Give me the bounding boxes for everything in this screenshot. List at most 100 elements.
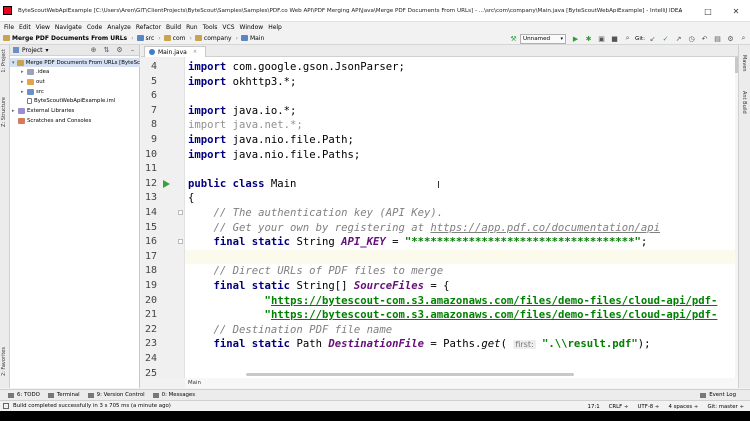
collapse-all-icon[interactable]: ⇅ bbox=[102, 46, 111, 55]
code-line[interactable]: "https://bytescout-com.s3.amazonaws.com/… bbox=[188, 308, 718, 322]
menu-edit[interactable]: Edit bbox=[19, 24, 31, 31]
horizontal-scrollbar[interactable] bbox=[246, 373, 574, 376]
breadcrumb-com[interactable]: com › bbox=[163, 35, 192, 42]
code-line[interactable]: import java.net.*; bbox=[188, 118, 303, 132]
git-update-icon[interactable]: ↙ bbox=[648, 34, 657, 43]
editor-tab-bar: Main.java × bbox=[141, 45, 738, 57]
gear-icon[interactable]: ⚙ bbox=[115, 46, 124, 55]
editor-breadcrumb: Main bbox=[185, 378, 738, 388]
chevron-down-icon[interactable]: ▾ bbox=[46, 47, 49, 54]
menu-navigate[interactable]: Navigate bbox=[55, 24, 82, 31]
tree-item[interactable]: ByteScoutWebApiExample.iml bbox=[10, 97, 140, 106]
code-line[interactable]: final static String[] SourceFiles = { bbox=[188, 279, 450, 293]
encoding-widget[interactable]: UTF-8 ÷ bbox=[637, 404, 659, 410]
code-token: import bbox=[188, 148, 227, 161]
messages-tool-button[interactable]: 0: Messages bbox=[152, 392, 195, 398]
line-separator-widget[interactable]: CRLF ÷ bbox=[609, 404, 629, 410]
debug-icon[interactable]: ✱ bbox=[584, 34, 593, 43]
code-editor[interactable]: import com.google.gson.JsonParser; import… bbox=[185, 57, 738, 378]
run-configuration-select[interactable]: Unnamed ▾ bbox=[520, 33, 567, 44]
menu-file[interactable]: File bbox=[4, 24, 14, 31]
close-icon[interactable]: × bbox=[193, 49, 197, 55]
ant-build-tool-tab[interactable]: Ant Build bbox=[741, 91, 747, 114]
minimize-button[interactable]: – bbox=[666, 0, 694, 22]
tree-item-label: External Libraries bbox=[27, 108, 75, 114]
hammer-icon[interactable]: ⚒ bbox=[509, 34, 518, 43]
menu-help[interactable]: Help bbox=[268, 24, 282, 31]
line-number: 14 bbox=[144, 207, 157, 218]
code-line[interactable]: // Destination PDF file name bbox=[188, 323, 393, 337]
tree-item[interactable]: Scratches and Consoles bbox=[10, 116, 140, 125]
structure-tool-tab[interactable]: Z: Structure bbox=[1, 97, 7, 127]
menu-run[interactable]: Run bbox=[186, 24, 198, 31]
code-line[interactable]: // Get your own by registering at https:… bbox=[188, 221, 660, 235]
line-number: 19 bbox=[144, 280, 157, 291]
fold-marker-icon[interactable] bbox=[178, 239, 183, 245]
menu-vcs[interactable]: VCS bbox=[222, 24, 234, 31]
code-line[interactable]: final static Path DestinationFile = Path… bbox=[188, 337, 651, 351]
breadcrumb-src[interactable]: src › bbox=[136, 35, 161, 42]
tree-item[interactable]: ▸ .idea bbox=[10, 68, 140, 77]
revert-icon[interactable]: ↶ bbox=[700, 34, 709, 43]
code-line[interactable]: import okhttp3.*; bbox=[188, 75, 296, 89]
search-everywhere-icon[interactable]: ⌕ bbox=[739, 34, 748, 43]
hide-icon[interactable]: – bbox=[128, 46, 137, 55]
version-control-tool-button[interactable]: 9: Version Control bbox=[87, 392, 145, 398]
stop-icon[interactable]: ■ bbox=[610, 34, 619, 43]
breadcrumb-company[interactable]: company › bbox=[194, 35, 238, 42]
menu-refactor[interactable]: Refactor bbox=[136, 24, 161, 31]
event-log-button[interactable]: Event Log bbox=[700, 392, 736, 398]
settings-icon[interactable]: ⚙ bbox=[726, 34, 735, 43]
maximize-button[interactable]: □ bbox=[694, 0, 722, 22]
caret-position[interactable]: 17:1 bbox=[588, 404, 600, 410]
git-commit-icon[interactable]: ✓ bbox=[661, 34, 670, 43]
tree-item[interactable]: ▸ External Libraries bbox=[10, 107, 140, 116]
menu-code[interactable]: Code bbox=[87, 24, 102, 31]
code-line[interactable]: public class Main bbox=[188, 177, 296, 191]
status-message[interactable]: Build completed successfully in 3 s 705 … bbox=[3, 403, 171, 409]
structure-icon[interactable]: ▤ bbox=[713, 34, 722, 43]
breadcrumb-main[interactable]: Main bbox=[240, 35, 264, 42]
code-line[interactable]: // Direct URLs of PDF files to merge bbox=[188, 264, 444, 278]
menu-view[interactable]: View bbox=[36, 24, 50, 31]
tree-item[interactable]: ▸ out bbox=[10, 77, 140, 86]
code-line[interactable]: import com.google.gson.JsonParser; bbox=[188, 60, 405, 74]
menu-build[interactable]: Build bbox=[166, 24, 181, 31]
code-line[interactable]: import java.nio.file.Paths; bbox=[188, 148, 360, 162]
project-tool-tab[interactable]: 1: Project bbox=[1, 49, 7, 73]
code-line[interactable]: // The authentication key (API Key). bbox=[188, 206, 444, 220]
menu-window[interactable]: Window bbox=[240, 24, 264, 31]
run-icon[interactable]: ▶ bbox=[571, 34, 580, 43]
code-line[interactable]: import java.nio.file.Path; bbox=[188, 133, 354, 147]
search-icon[interactable]: ⌕ bbox=[623, 34, 632, 43]
git-push-icon[interactable]: ↗ bbox=[674, 34, 683, 43]
indent-widget[interactable]: 4 spaces ÷ bbox=[668, 404, 698, 410]
locate-icon[interactable]: ⊕ bbox=[89, 46, 98, 55]
breadcrumb-project[interactable]: Merge PDF Documents From URLs › bbox=[3, 35, 134, 42]
history-icon[interactable]: ◷ bbox=[687, 34, 696, 43]
code-line[interactable]: final static String API_KEY = "*********… bbox=[188, 235, 648, 249]
editor-gutter[interactable]: 4 5 6 7 8 9 10 11 12 13 14 15 16 17 18 19 20 21 22 23 24 25 bbox=[141, 57, 185, 378]
todo-tool-button[interactable]: 6: TODO bbox=[8, 392, 40, 398]
tab-main-java[interactable]: Main.java × bbox=[144, 46, 207, 57]
project-panel-title[interactable]: Project bbox=[22, 47, 43, 54]
maven-tool-tab[interactable]: Maven bbox=[741, 55, 747, 72]
tree-item[interactable]: ▾ Merge PDF Documents From URLs [ByteSc bbox=[10, 58, 140, 67]
code-line[interactable]: "https://bytescout-com.s3.amazonaws.com/… bbox=[188, 294, 718, 308]
class-icon bbox=[240, 35, 248, 41]
code-token: ; bbox=[640, 236, 648, 249]
favorites-tool-tab[interactable]: 2: Favorites bbox=[1, 347, 7, 376]
menu-tools[interactable]: Tools bbox=[203, 24, 218, 31]
terminal-tool-button[interactable]: Terminal bbox=[47, 392, 80, 398]
fold-marker-icon[interactable] bbox=[178, 210, 183, 215]
run-gutter-icon[interactable] bbox=[163, 179, 170, 188]
code-line[interactable]: { bbox=[188, 191, 194, 205]
run-configuration-label: Unnamed bbox=[523, 35, 551, 42]
tree-item[interactable]: ▸ src bbox=[10, 87, 140, 96]
editor-breadcrumb-main[interactable]: Main bbox=[188, 380, 201, 386]
code-line[interactable]: import java.io.*; bbox=[188, 104, 296, 118]
menu-analyze[interactable]: Analyze bbox=[107, 24, 131, 31]
close-button[interactable]: ✕ bbox=[722, 0, 750, 22]
git-branch-widget[interactable]: Git: master ÷ bbox=[707, 404, 744, 410]
coverage-icon[interactable]: ▣ bbox=[597, 34, 606, 43]
